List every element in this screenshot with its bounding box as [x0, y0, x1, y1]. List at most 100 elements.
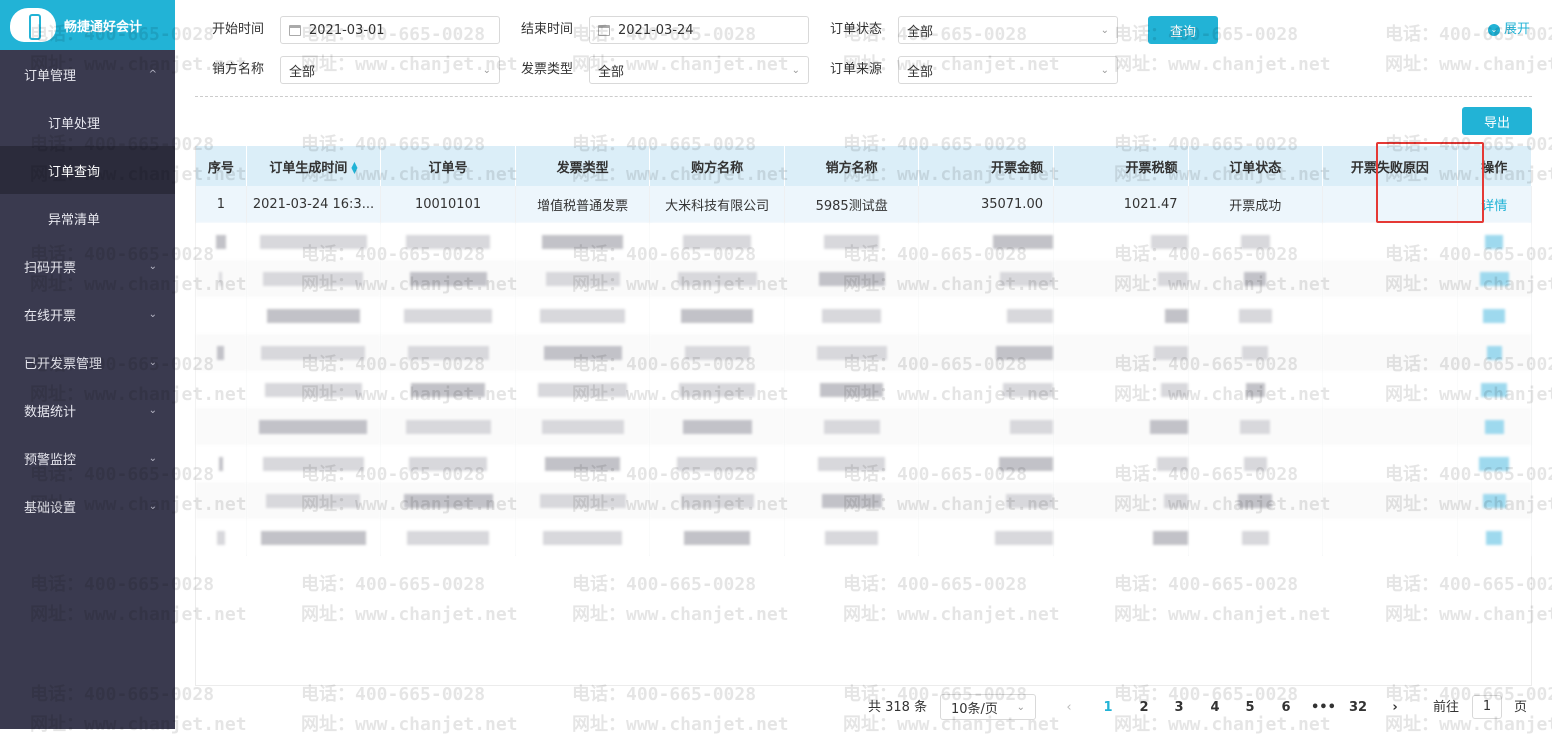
obscured-block [1005, 493, 1053, 508]
obscured-block [541, 419, 624, 434]
obscured-cell [1053, 334, 1189, 371]
obscured-block [999, 271, 1053, 286]
obscured-block [1002, 382, 1053, 397]
chevron-down-icon: ⌄ [1016, 701, 1025, 713]
cell-seller-name: 5985测试盘 [784, 186, 920, 223]
query-button[interactable]: 查询 [1148, 16, 1218, 44]
chevron-down-circle-icon: ⌄ [1488, 24, 1500, 36]
obscured-block [404, 308, 493, 323]
obscured-block [260, 530, 366, 545]
obscured-cell [1322, 519, 1458, 556]
obscured-cell [649, 371, 785, 408]
cell-invoice-tax: 1021.47 [1053, 186, 1189, 223]
obscured-block [264, 382, 362, 397]
obscured-cell [380, 260, 516, 297]
seller-name-select[interactable]: 全部 ⌄ [280, 56, 500, 84]
obscured-cell [1322, 482, 1458, 519]
invoice-type-select[interactable]: 全部 ⌄ [589, 56, 809, 84]
end-date-picker[interactable]: 2021-03-24 [589, 16, 809, 44]
obscured-block [259, 234, 367, 249]
sidebar-item-exception-list[interactable]: 异常清单 [0, 194, 175, 242]
obscured-block [542, 234, 624, 249]
obscured-cell [1188, 260, 1324, 297]
cell-invoice-type: 增值税普通发票 [515, 186, 651, 223]
page-number[interactable]: 32 [1346, 694, 1370, 722]
sort-icon[interactable]: ▲ ▼ [351, 161, 357, 175]
column-header: 发票类型 [515, 146, 651, 186]
obscured-block [539, 493, 626, 508]
obscured-cell [918, 334, 1054, 371]
obscured-cell [196, 223, 247, 260]
obscured-block [1486, 345, 1502, 360]
sidebar-item-online-invoice[interactable]: 在线开票 ⌄ [0, 290, 175, 338]
goto-prefix: 前往 [1433, 700, 1460, 715]
calendar-icon [598, 24, 610, 36]
sidebar-item-alert-monitor[interactable]: 预警监控 ⌄ [0, 434, 175, 482]
obscured-block [1150, 234, 1188, 249]
sidebar-item-issued-invoices[interactable]: 已开发票管理 ⌄ [0, 338, 175, 386]
obscured-cell [196, 408, 247, 445]
app-logo[interactable]: 畅捷通好会计 [0, 0, 175, 50]
obscured-cell [918, 408, 1054, 445]
chevron-down-icon: ⌄ [791, 64, 800, 76]
order-status-select[interactable]: 全部 ⌄ [898, 16, 1118, 44]
obscured-block [998, 456, 1053, 471]
expand-label: 展开 [1504, 22, 1531, 37]
obscured-block [683, 234, 752, 249]
sidebar-item-scan-invoice[interactable]: 扫码开票 ⌄ [0, 242, 175, 290]
obscured-cell [1188, 482, 1324, 519]
highlight-box [1376, 142, 1484, 223]
obscured-cell [784, 482, 920, 519]
obscured-cell [380, 445, 516, 482]
obscured-cell [196, 445, 247, 482]
page-number[interactable]: 6 [1276, 694, 1296, 722]
goto-page-input[interactable]: 1 [1472, 695, 1502, 719]
obscured-block [215, 234, 226, 249]
obscured-block [545, 456, 621, 471]
page-number[interactable]: 5 [1240, 694, 1260, 722]
obscured-cell [918, 260, 1054, 297]
obscured-cell [1188, 334, 1324, 371]
table-row-obscured [196, 334, 1533, 371]
chevron-down-icon: ⌄ [1100, 64, 1109, 76]
obscured-block [1244, 271, 1267, 286]
start-date-picker[interactable]: 2021-03-01 [280, 16, 500, 44]
more-pages-ellipsis[interactable]: ••• [1311, 694, 1336, 722]
obscured-cell [196, 371, 247, 408]
obscured-block [1479, 271, 1509, 286]
next-page-icon[interactable]: › [1385, 694, 1405, 722]
obscured-block [1240, 234, 1270, 249]
obscured-block [216, 530, 225, 545]
obscured-cell [1322, 223, 1458, 260]
page-number[interactable]: 1 [1098, 694, 1118, 722]
cell-invoice-amount: 35071.00 [918, 186, 1054, 223]
table-row-obscured [196, 519, 1533, 556]
obscured-cell [246, 371, 382, 408]
sidebar-item-order-query[interactable]: 订单查询 [0, 146, 175, 194]
obscured-block [403, 493, 493, 508]
sidebar-item-order-management[interactable]: 订单管理 ^ [0, 50, 175, 98]
export-button[interactable]: 导出 [1462, 107, 1532, 135]
cell-buyer-name: 大米科技有限公司 [649, 186, 785, 223]
prev-page-icon[interactable]: ‹ [1059, 694, 1079, 722]
obscured-cell [1053, 408, 1189, 445]
column-header-sortable[interactable]: 订单生成时间 ▲ ▼ [246, 146, 382, 186]
page-size-value: 10条/页 [951, 701, 998, 717]
expand-toggle[interactable]: ⌄ 展开 [1488, 16, 1530, 44]
page-number[interactable]: 2 [1134, 694, 1154, 722]
page-number[interactable]: 4 [1205, 694, 1225, 722]
order-source-select[interactable]: 全部 ⌄ [898, 56, 1118, 84]
table-row[interactable]: 1 2021-03-24 16:3... 10010101 增值税普通发票 大米… [196, 186, 1533, 223]
sidebar-item-order-processing[interactable]: 订单处理 [0, 98, 175, 146]
cell-order-number: 10010101 [380, 186, 516, 223]
total-count: 共 318 条 [868, 700, 928, 715]
obscured-block [543, 530, 623, 545]
obscured-cell [515, 482, 651, 519]
obscured-cell [1322, 297, 1458, 334]
page-number[interactable]: 3 [1169, 694, 1189, 722]
obscured-block [822, 308, 882, 323]
sidebar-item-basic-settings[interactable]: 基础设置 ⌄ [0, 482, 175, 530]
sidebar-item-statistics[interactable]: 数据统计 ⌄ [0, 386, 175, 434]
page-size-select[interactable]: 10条/页 ⌄ [940, 694, 1036, 720]
table-row-obscured [196, 408, 1533, 445]
